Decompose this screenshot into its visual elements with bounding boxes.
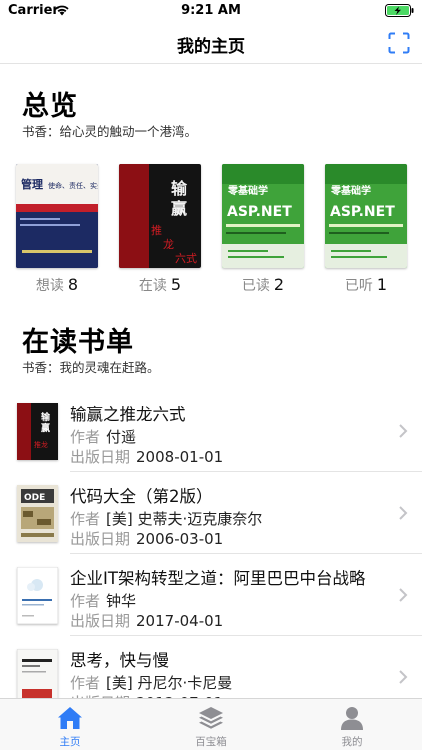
reading-list-subtitle: 书香：我的灵魂在赶路。	[22, 360, 160, 375]
svg-text:龙: 龙	[163, 238, 174, 251]
svg-text:ASP.NET: ASP.NET	[227, 204, 292, 220]
book-author: [美] 丹尼尔·卡尼曼	[106, 674, 233, 692]
shelf-read[interactable]: 零基础学 ASP.NET 已读 2	[222, 164, 308, 295]
book-date: 2017-04-01	[136, 612, 224, 630]
book-author-line: 作者 付遥	[70, 426, 136, 447]
svg-text:赢: 赢	[171, 199, 187, 218]
shelf-count: 1	[376, 275, 388, 294]
tab-label: 我的	[341, 736, 363, 748]
shelf-count: 5	[170, 275, 182, 294]
layers-icon	[199, 707, 223, 729]
book-thumbnail	[17, 567, 58, 624]
book-cover: 零基础学 ASP.NET	[325, 164, 407, 268]
svg-text:零基础学: 零基础学	[330, 184, 371, 197]
tab-label: 百宝箱	[195, 736, 227, 748]
book-author: 钟华	[106, 592, 137, 610]
date-key: 出版日期	[70, 448, 131, 466]
book-row[interactable]: 企业IT架构转型之道：阿里巴巴中台战略 作者 钟华 出版日期 2017-04-01	[0, 554, 422, 636]
overview-title: 总览	[22, 91, 78, 122]
status-time: 9:21 AM	[181, 3, 241, 18]
book-date-line: 出版日期 2006-03-01	[70, 528, 223, 549]
status-bar: Carrier 9:21 AM	[0, 0, 422, 22]
book-thumbnail: 输 赢 推龙	[17, 403, 58, 460]
book-cover: 管理 使命、责任、实务	[16, 164, 98, 268]
book-date-line: 出版日期 2017-04-01	[70, 610, 223, 631]
book-date: 2006-03-01	[136, 530, 224, 548]
scan-icon[interactable]	[388, 32, 410, 54]
shelf-want-to-read[interactable]: 管理 使命、责任、实务 想读8	[16, 164, 102, 295]
shelf-listened[interactable]: 零基础学 ASP.NET 已听 1	[325, 164, 411, 295]
book-cover: 输 赢 推 龙 六式	[119, 164, 201, 268]
date-key: 出版日期	[70, 612, 131, 630]
book-row[interactable]: ODE 代码大全（第2版） 作者 [美] 史蒂夫·迈克康奈尔 出版日期 2006-0…	[0, 472, 422, 554]
author-key: 作者	[70, 674, 101, 692]
tab-bar: 主页 百宝箱 我的	[0, 698, 422, 750]
shelf-reading[interactable]: 输 赢 推 龙 六式 在读 5	[119, 164, 205, 295]
shelf-row: 管理 使命、责任、实务 想读8 输 赢 推 龙 六式 在读5	[0, 164, 422, 294]
tab-home[interactable]: 主页	[0, 699, 140, 750]
reading-list-title: 在读书单	[22, 327, 134, 358]
tab-profile[interactable]: 我的	[282, 699, 422, 750]
shelf-count: 8	[67, 275, 79, 294]
shelf-count: 2	[273, 275, 285, 294]
shelf-name: 想读	[35, 278, 64, 294]
svg-text:六式: 六式	[175, 252, 197, 265]
shelf-label: 想读 8	[16, 275, 98, 295]
book-author-line: 作者 [美] 丹尼尔·卡尼曼	[70, 672, 232, 693]
shelf-label: 在读 5	[119, 275, 201, 295]
svg-text:赢: 赢	[41, 422, 50, 434]
author-key: 作者	[70, 592, 101, 610]
shelf-name: 已读	[241, 278, 270, 294]
home-icon	[58, 707, 82, 729]
chevron-right-icon	[399, 588, 408, 602]
date-key: 出版日期	[70, 530, 131, 548]
page-title: 我的主页	[177, 37, 245, 57]
chevron-right-icon	[399, 424, 408, 438]
book-date: 2008-01-01	[136, 448, 224, 466]
book-author-line: 作者 钟华	[70, 590, 136, 611]
svg-text:输: 输	[171, 179, 188, 198]
tab-label: 主页	[59, 736, 81, 748]
author-key: 作者	[70, 428, 101, 446]
overview-subtitle: 书香：给心灵的触动一个港湾。	[22, 124, 198, 139]
svg-text:管理: 管理	[21, 177, 43, 191]
book-thumbnail: ODE	[17, 485, 58, 542]
book-row[interactable]: 输 赢 推龙 输赢之推龙六式 作者 付遥 出版日期 2008-01-01	[0, 390, 422, 472]
book-author-line: 作者 [美] 史蒂夫·迈克康奈尔	[70, 508, 262, 529]
shelf-name: 已听	[344, 278, 373, 294]
shelf-name: 在读	[138, 278, 167, 294]
book-title: 思考，快与慢	[70, 651, 169, 670]
svg-text:零基础学: 零基础学	[227, 184, 268, 197]
chevron-right-icon	[399, 670, 408, 684]
svg-text:推: 推	[151, 223, 162, 237]
book-author: 付遥	[106, 428, 137, 446]
book-date-line: 出版日期 2008-01-01	[70, 446, 223, 467]
chevron-right-icon	[399, 506, 408, 520]
svg-text:ASP.NET: ASP.NET	[330, 204, 395, 220]
svg-text:使命、责任、实务: 使命、责任、实务	[48, 181, 98, 190]
book-title: 企业IT架构转型之道：阿里巴巴中台战略	[70, 569, 366, 588]
author-key: 作者	[70, 510, 101, 528]
book-cover: 零基础学 ASP.NET	[222, 164, 304, 268]
svg-text:推龙: 推龙	[34, 440, 48, 449]
book-author: [美] 史蒂夫·迈克康奈尔	[106, 510, 263, 528]
shelf-label: 已听 1	[325, 275, 407, 295]
battery-charging-icon	[385, 4, 414, 17]
svg-text:输: 输	[41, 411, 51, 423]
person-icon	[341, 707, 363, 730]
svg-text:ODE: ODE	[24, 493, 45, 503]
tab-toolbox[interactable]: 百宝箱	[141, 699, 281, 750]
shelf-label: 已读 2	[222, 275, 304, 295]
navigation-bar: 我的主页	[0, 22, 422, 64]
book-title: 代码大全（第2版）	[70, 487, 213, 506]
book-title: 输赢之推龙六式	[70, 405, 186, 424]
